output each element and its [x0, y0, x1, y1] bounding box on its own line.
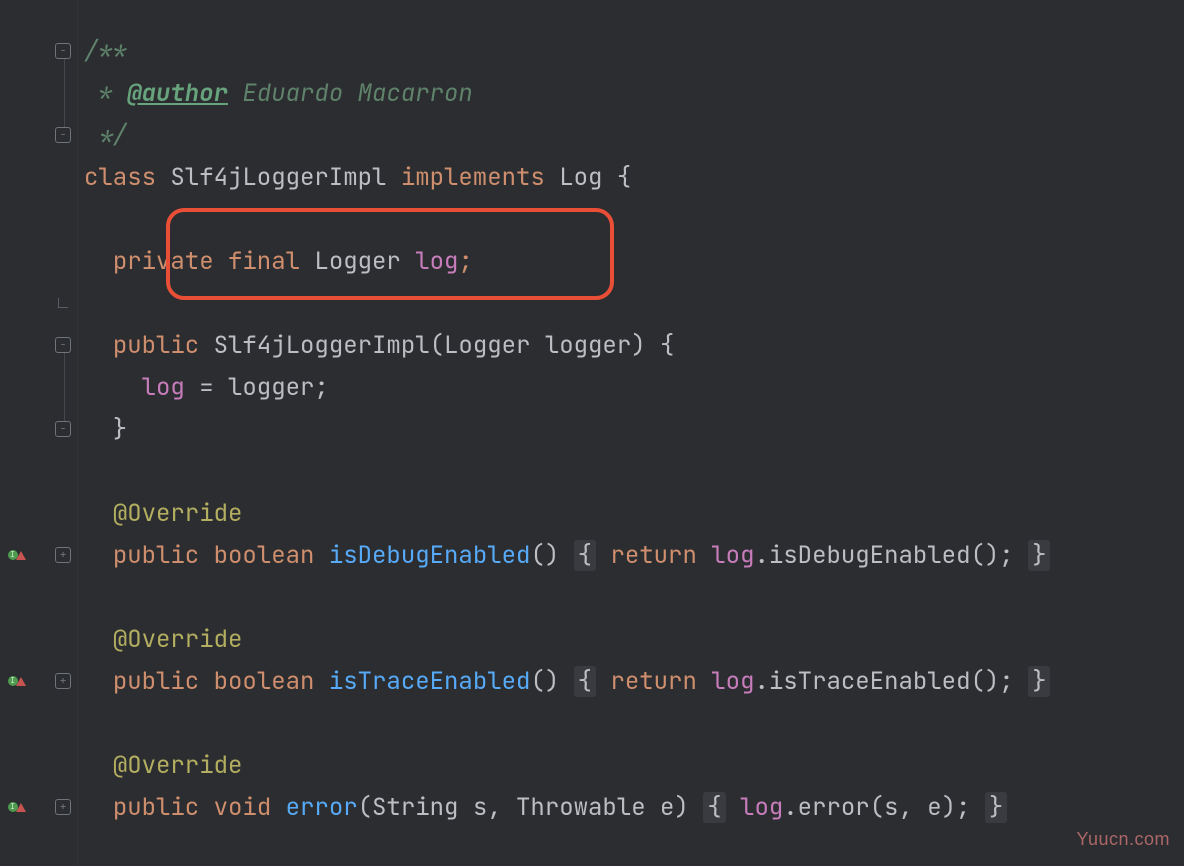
up-arrow-icon: [16, 677, 26, 686]
gutter-row: [0, 114, 77, 156]
code-token: log: [711, 540, 754, 571]
fold-end-icon: [58, 298, 68, 308]
code-token: [84, 246, 113, 277]
code-token: public: [113, 792, 214, 823]
fold-collapse-icon[interactable]: [55, 43, 71, 59]
override-marker[interactable]: I: [6, 545, 26, 565]
code-token: (): [530, 540, 573, 571]
code-token: log: [740, 792, 783, 823]
code-token: public: [113, 666, 214, 697]
code-token: }: [1028, 666, 1050, 697]
code-token: [84, 330, 113, 361]
code-token: */: [84, 120, 127, 151]
code-token: [84, 666, 113, 697]
code-line[interactable]: public boolean isDebugEnabled() { return…: [78, 534, 1184, 576]
code-token: log: [711, 666, 754, 697]
code-line[interactable]: class Slf4jLoggerImpl implements Log {: [78, 156, 1184, 198]
code-line[interactable]: */: [78, 114, 1184, 156]
code-token: .isDebugEnabled();: [754, 540, 1028, 571]
code-token: public: [113, 540, 214, 571]
code-token: {: [703, 792, 725, 823]
code-token: return: [610, 666, 711, 697]
code-token: [596, 666, 610, 697]
code-token: [84, 750, 113, 781]
code-token: @Override: [113, 624, 243, 655]
code-token: [84, 624, 113, 655]
code-token: *: [84, 78, 127, 109]
fold-collapse-icon[interactable]: [55, 127, 71, 143]
code-token: {: [574, 540, 596, 571]
code-token: Slf4jLoggerImpl: [170, 162, 400, 193]
watermark: Yuucn.com: [1076, 829, 1170, 850]
code-editor[interactable]: /** * @author Eduardo Macarron */ class S…: [78, 0, 1184, 866]
up-arrow-icon: [16, 551, 26, 560]
gutter-row: [0, 282, 77, 324]
code-token: }: [84, 414, 127, 445]
code-line[interactable]: /**: [78, 30, 1184, 72]
code-line[interactable]: public Slf4jLoggerImpl(Logger logger) {: [78, 324, 1184, 366]
override-marker[interactable]: I: [6, 797, 26, 817]
code-line[interactable]: log = logger;: [78, 366, 1184, 408]
code-token: [596, 540, 610, 571]
code-token: isTraceEnabled: [329, 666, 531, 697]
code-token: (String s, Throwable e): [358, 792, 704, 823]
code-token: /**: [84, 36, 127, 67]
code-token: Slf4jLoggerImpl: [214, 330, 430, 361]
code-token: Eduardo Macarron: [228, 78, 473, 109]
code-token: @Override: [113, 498, 243, 529]
code-token: (): [530, 666, 573, 697]
fold-expand-icon[interactable]: [55, 799, 71, 815]
code-token: boolean: [214, 666, 329, 697]
code-line[interactable]: public boolean isTraceEnabled() { return…: [78, 660, 1184, 702]
code-token: @Override: [113, 750, 243, 781]
code-token: Log: [559, 162, 617, 193]
code-token: (Logger logger) {: [430, 330, 675, 361]
fold-collapse-icon[interactable]: [55, 421, 71, 437]
gutter-row: [0, 324, 77, 366]
code-token: = logger;: [185, 372, 329, 403]
code-token: error: [286, 792, 358, 823]
code-token: [84, 498, 113, 529]
gutter: I I I: [0, 0, 78, 866]
override-marker[interactable]: I: [6, 671, 26, 691]
code-token: {: [617, 162, 631, 193]
code-token: return: [610, 540, 711, 571]
code-token: }: [985, 792, 1007, 823]
code-token: [84, 540, 113, 571]
code-line[interactable]: @Override: [78, 744, 1184, 786]
code-token: [84, 372, 142, 403]
code-token: {: [574, 666, 596, 697]
code-line[interactable]: * @author Eduardo Macarron: [78, 72, 1184, 114]
code-line[interactable]: @Override: [78, 492, 1184, 534]
gutter-row: [0, 30, 77, 72]
up-arrow-icon: [16, 803, 26, 812]
code-token: }: [1028, 540, 1050, 571]
highlight-annotation: [166, 208, 614, 300]
code-token: class: [84, 162, 170, 193]
fold-expand-icon[interactable]: [55, 547, 71, 563]
code-token: log: [142, 372, 185, 403]
code-token: public: [113, 330, 214, 361]
code-token: @author: [127, 78, 228, 109]
code-token: [84, 792, 113, 823]
fold-expand-icon[interactable]: [55, 673, 71, 689]
code-token: void: [214, 792, 286, 823]
code-token: isDebugEnabled: [329, 540, 531, 571]
code-token: implements: [401, 162, 559, 193]
code-line[interactable]: }: [78, 408, 1184, 450]
gutter-row: [0, 408, 77, 450]
code-line[interactable]: public void error(String s, Throwable e)…: [78, 786, 1184, 828]
code-token: .error(s, e);: [783, 792, 985, 823]
code-token: boolean: [214, 540, 329, 571]
code-line[interactable]: @Override: [78, 618, 1184, 660]
fold-collapse-icon[interactable]: [55, 337, 71, 353]
code-token: .isTraceEnabled();: [754, 666, 1028, 697]
code-token: [726, 792, 740, 823]
